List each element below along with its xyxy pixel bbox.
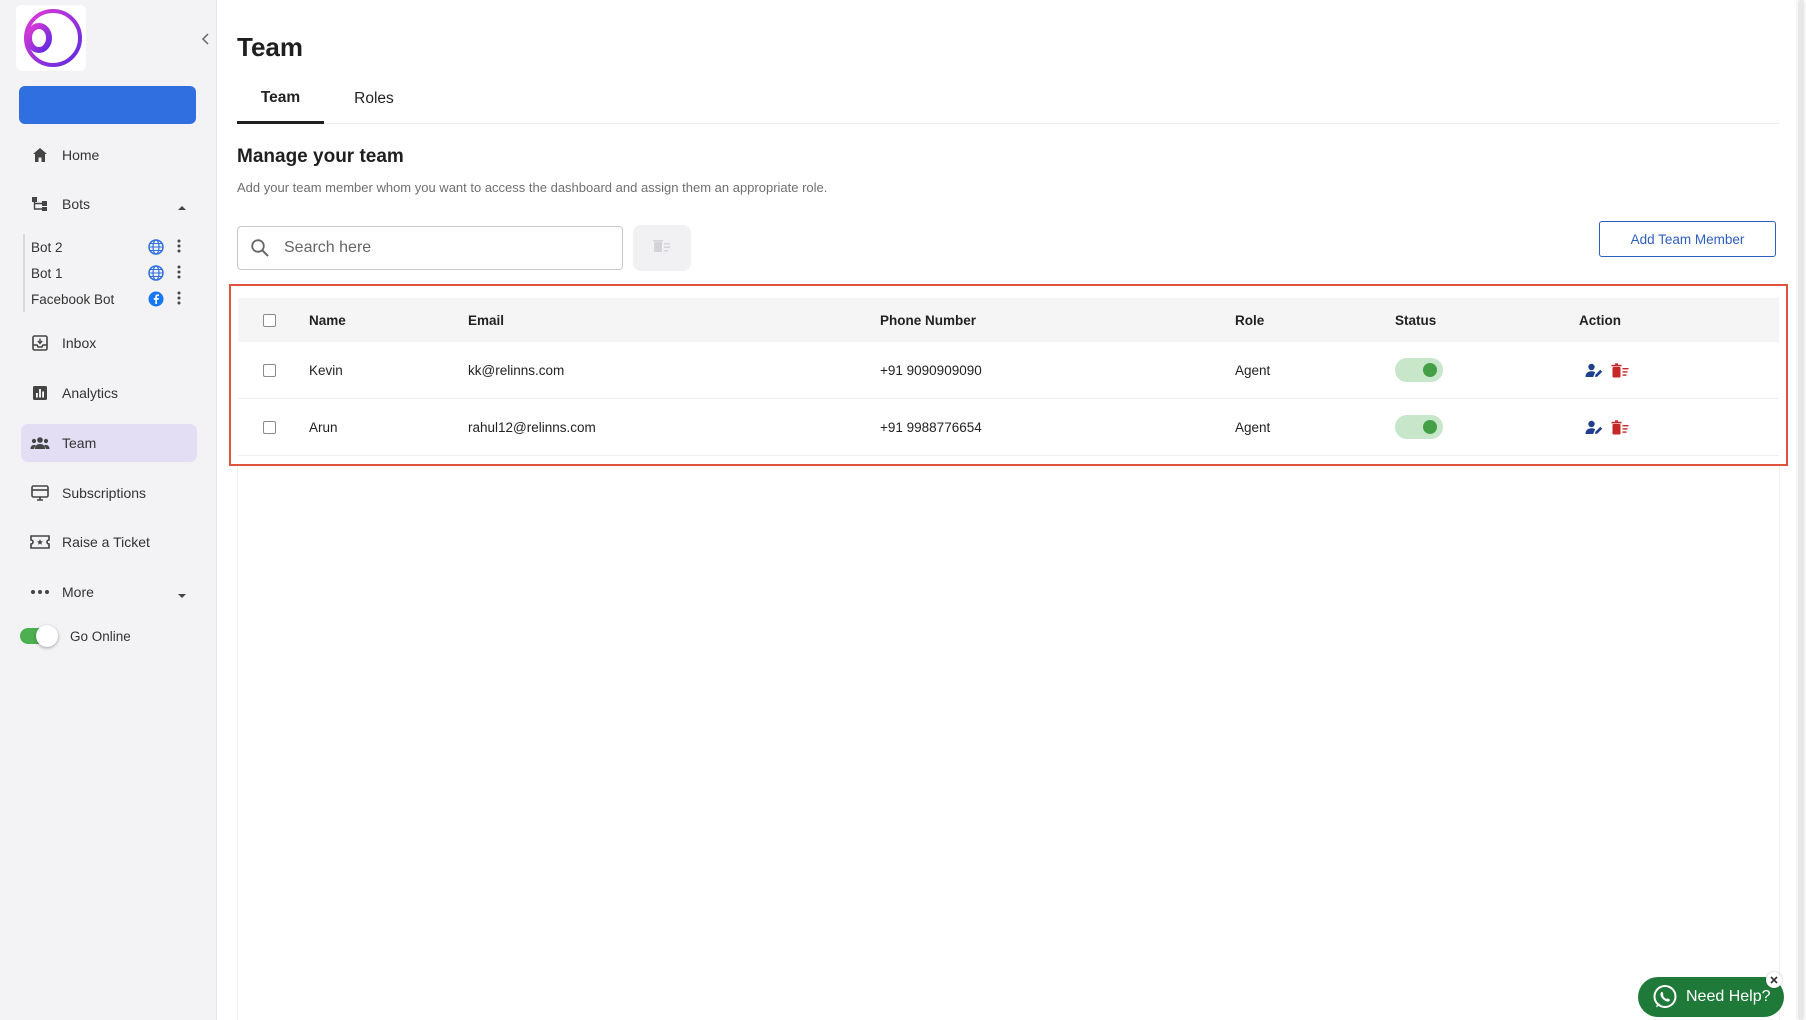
globe-icon (148, 265, 164, 281)
facebook-icon (148, 291, 164, 307)
subscriptions-icon (29, 482, 51, 504)
table-row[interactable]: Arun rahul12@relinns.com +91 9988776654 … (238, 399, 1779, 456)
column-header-action: Action (1579, 312, 1621, 328)
sidebar-item-team[interactable]: Team (21, 424, 197, 462)
delete-icon[interactable] (1610, 361, 1630, 379)
select-all-checkbox[interactable] (263, 313, 276, 327)
delete-icon[interactable] (1610, 418, 1630, 436)
bot-item[interactable]: Bot 2 (25, 236, 195, 258)
table-row[interactable]: Kevin kk@relinns.com +91 9090909090 Agen… (238, 342, 1779, 399)
member-name: Arun (309, 419, 338, 435)
bot-name: Bot 1 (31, 265, 63, 281)
add-team-member-button[interactable]: Add Team Member (1599, 221, 1776, 257)
tab-roles[interactable]: Roles (344, 86, 404, 124)
sidebar-item-subscriptions[interactable]: Subscriptions (21, 474, 197, 512)
ticket-icon (29, 531, 51, 553)
member-name: Kevin (309, 362, 343, 378)
go-online-label: Go Online (70, 628, 131, 644)
sidebar-item-label: Inbox (62, 335, 97, 351)
column-header-email[interactable]: Email (468, 298, 504, 342)
member-role: Agent (1235, 362, 1271, 378)
member-email: kk@relinns.com (468, 362, 565, 378)
member-phone: +91 9090909090 (880, 362, 982, 378)
caret-down-icon[interactable] (177, 586, 187, 602)
sidebar-item-bots[interactable]: Bots (21, 185, 197, 223)
sidebar-item-inbox[interactable]: Inbox (21, 324, 197, 362)
column-header-phone[interactable]: Phone Number (880, 298, 976, 342)
bulk-delete-button[interactable] (633, 225, 691, 271)
status-toggle[interactable] (1395, 415, 1443, 439)
whatsapp-icon (1652, 984, 1678, 1010)
bot-item[interactable]: Facebook Bot (25, 288, 195, 310)
sidebar-item-home[interactable]: Home (21, 136, 197, 174)
section-title: Manage your team (237, 146, 404, 167)
status-toggle[interactable] (1395, 358, 1443, 382)
search-input[interactable] (284, 239, 584, 257)
edit-user-icon[interactable] (1584, 361, 1604, 379)
member-phone: +91 9988776654 (880, 419, 982, 435)
bot-name: Facebook Bot (31, 291, 115, 307)
bots-list: Bot 2 Bot 1 Facebook Bot (23, 234, 193, 312)
table-header-row: Name Email Phone Number Role Status Acti… (238, 298, 1779, 342)
more-dots-icon (29, 581, 51, 603)
sidebar-item-label: Bots (62, 196, 91, 212)
need-help-label: Need Help? (1686, 988, 1771, 1005)
edit-user-icon[interactable] (1584, 418, 1604, 436)
row-checkbox[interactable] (263, 420, 276, 434)
member-role: Agent (1235, 419, 1271, 435)
column-header-name[interactable]: Name (309, 298, 346, 342)
home-icon (29, 144, 51, 166)
sidebar-item-label: Subscriptions (62, 485, 147, 501)
column-header-status[interactable]: Status (1395, 298, 1436, 342)
sidebar-item-label: More (62, 584, 94, 600)
close-icon[interactable] (1766, 972, 1782, 988)
sidebar-item-label: Raise a Ticket (62, 534, 150, 550)
page-title: Team (237, 32, 303, 62)
kebab-menu-icon[interactable] (177, 239, 183, 255)
caret-up-icon[interactable] (177, 198, 187, 214)
search-box (237, 226, 623, 270)
row-checkbox[interactable] (263, 363, 276, 377)
page-scrollbar[interactable] (1796, 0, 1806, 1020)
kebab-menu-icon[interactable] (177, 265, 183, 281)
collapse-sidebar-icon[interactable] (198, 30, 212, 48)
team-icon (29, 432, 51, 454)
go-online-switch[interactable] (20, 625, 58, 647)
tabs-bar: Team Roles (237, 86, 1780, 124)
member-email: rahul12@relinns.com (468, 419, 596, 435)
bot-name: Bot 2 (31, 239, 63, 255)
tab-team[interactable]: Team (237, 86, 324, 124)
delete-list-icon (653, 239, 671, 258)
sidebar-item-label: Team (62, 435, 97, 451)
globe-icon (148, 239, 164, 255)
brand-logo[interactable] (16, 5, 86, 71)
bot-item[interactable]: Bot 1 (25, 262, 195, 284)
analytics-icon (29, 382, 51, 404)
go-online-toggle-row: Go Online (20, 623, 131, 649)
main-content: Team Team Roles Manage your team Add you… (229, 0, 1788, 1020)
kebab-menu-icon[interactable] (177, 291, 183, 307)
sidebar-item-label: Home (62, 147, 100, 163)
sidebar-item-label: Analytics (62, 385, 119, 401)
sidebar-item-raise-ticket[interactable]: Raise a Ticket (21, 523, 197, 561)
content-area (237, 466, 1780, 1020)
section-description: Add your team member whom you want to ac… (237, 180, 828, 195)
need-help-button[interactable]: Need Help? (1638, 977, 1784, 1017)
sidebar: Home Bots Bot 2 Bot 1 Facebook Bot Inbox… (0, 0, 217, 1020)
sidebar-item-more[interactable]: More (21, 573, 197, 611)
column-header-role[interactable]: Role (1235, 298, 1264, 342)
primary-action-button[interactable] (19, 86, 196, 124)
bots-tree-icon (29, 193, 51, 215)
sidebar-item-analytics[interactable]: Analytics (21, 374, 197, 412)
inbox-icon (29, 332, 51, 354)
search-icon (250, 238, 270, 258)
team-table: Name Email Phone Number Role Status Acti… (238, 298, 1779, 456)
